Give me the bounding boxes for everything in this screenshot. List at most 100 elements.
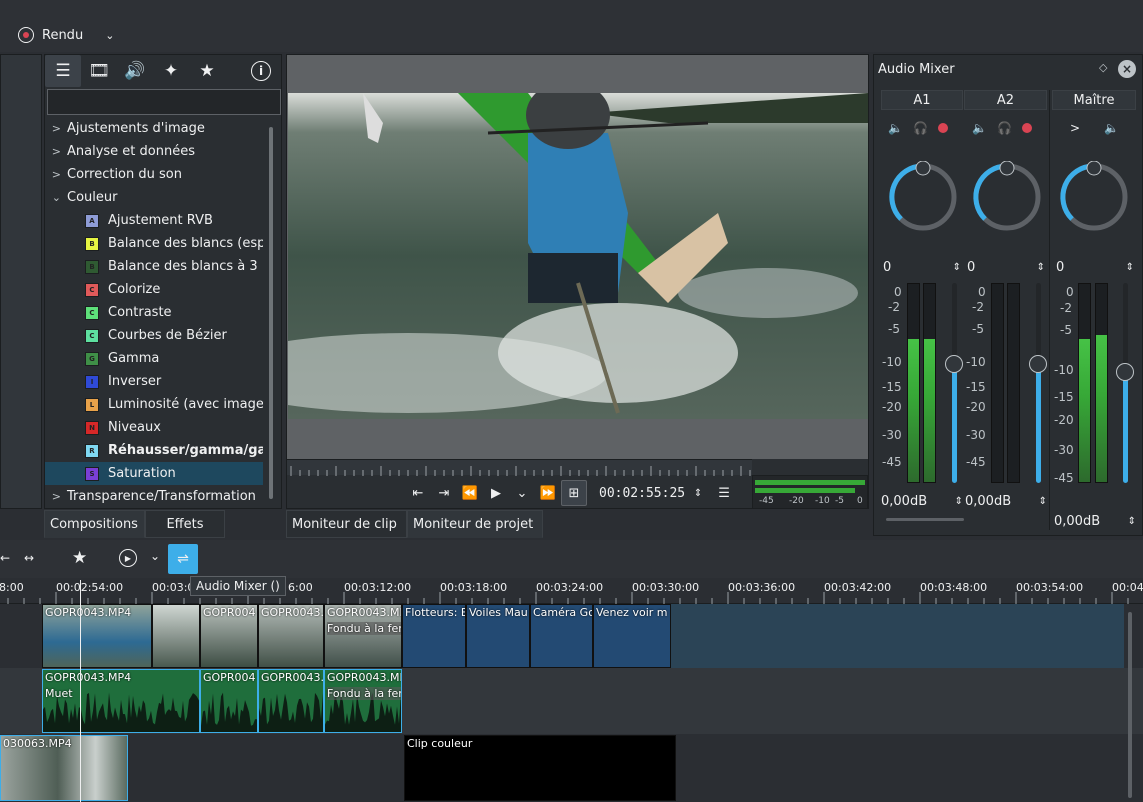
close-icon[interactable]: × <box>1118 60 1136 78</box>
monitor-ruler[interactable] <box>287 459 770 476</box>
list-view-icon[interactable]: ☰ <box>45 55 81 87</box>
spin-icon[interactable]: ⇕ <box>1126 262 1134 273</box>
effect-item[interactable]: I Inverser <box>45 370 263 393</box>
video-clip[interactable]: GOPR0043. <box>258 604 324 668</box>
fader-handle-a1[interactable] <box>945 355 963 373</box>
tree-category[interactable]: > Transparence/Transformation <box>45 485 263 507</box>
speaker-icon[interactable]: 🔈 <box>1104 121 1119 135</box>
effect-item[interactable]: C Courbes de Bézier <box>45 324 263 347</box>
video-clip-thumb[interactable] <box>152 604 200 668</box>
audio-mixer-toggle-icon[interactable]: ⇌ <box>168 544 198 574</box>
timecode-display[interactable]: 00:02:55:25 <box>599 486 685 501</box>
pan-knob-master[interactable] <box>1058 161 1130 233</box>
headphones-icon[interactable]: 🎧 <box>913 121 928 135</box>
video-clip[interactable]: GOPR0043.MP4 <box>42 604 152 668</box>
fader-handle-master[interactable] <box>1116 363 1134 381</box>
title-clip[interactable]: Voiles Mau <box>466 604 530 668</box>
pan-value-master[interactable]: 0 ⇕ <box>1054 257 1136 277</box>
spin-icon[interactable]: ⇕ <box>955 496 963 507</box>
timeline-mode-icon[interactable]: ▶ <box>119 549 137 567</box>
record-icon[interactable] <box>937 123 948 133</box>
video-clip[interactable]: GOPR004 <box>200 604 258 668</box>
volume-fader-a2[interactable] <box>1036 283 1041 483</box>
pan-knob-a2[interactable] <box>971 161 1043 233</box>
tree-category[interactable]: > Analyse et données <box>45 140 263 163</box>
fader-handle-a2[interactable] <box>1029 355 1047 373</box>
spin-icon[interactable]: ⇕ <box>1128 516 1136 527</box>
rewind-icon[interactable]: ⏪ <box>457 480 483 506</box>
chevron-down-icon[interactable]: ⌄ <box>150 549 160 563</box>
video-frame[interactable] <box>288 93 868 419</box>
render-button[interactable]: Rendu ⌄ <box>10 22 122 48</box>
effect-item[interactable]: A Ajustement RVB <box>45 209 263 232</box>
title-clip[interactable]: Venez voir m <box>593 604 671 668</box>
timecode-spin-icon[interactable]: ⇕ <box>685 480 711 506</box>
title-clip[interactable]: Caméra Go <box>530 604 593 668</box>
speaker-icon[interactable]: 🔈 <box>888 121 903 135</box>
speaker-icon[interactable]: 🔈 <box>972 121 987 135</box>
play-icon[interactable]: ▶ <box>483 480 509 506</box>
audio-clip[interactable]: GOPR004 <box>200 669 258 733</box>
title-clip[interactable]: Flotteurs: B <box>402 604 466 668</box>
pan-knob-a1[interactable] <box>887 161 959 233</box>
chevron-right-icon[interactable]: > <box>1070 121 1080 135</box>
effect-item[interactable]: N Niveaux <box>45 416 263 439</box>
effect-item[interactable]: G Gamma <box>45 347 263 370</box>
playhead[interactable] <box>80 580 81 802</box>
tab-compositions[interactable]: Compositions <box>44 510 145 538</box>
pan-value-a2[interactable]: 0 ⇕ <box>965 257 1047 277</box>
channel-header-a1: A1 <box>881 90 963 110</box>
favorites-star-icon[interactable]: ★ <box>189 55 225 87</box>
volume-fader-master[interactable] <box>1123 283 1128 483</box>
video-clip[interactable]: GOPR0043.MP Fondu à la fer <box>324 604 402 668</box>
volume-fader-a1[interactable] <box>952 283 957 483</box>
chevron-down-icon[interactable]: ⌄ <box>105 29 114 42</box>
spin-icon[interactable]: ⇕ <box>1039 496 1047 507</box>
video-clip[interactable]: 030063.MP4 <box>0 735 128 801</box>
set-out-point-icon[interactable]: ⇥ <box>431 480 457 506</box>
db-value-master[interactable]: 0,00dB ⇕ <box>1054 511 1136 531</box>
set-in-point-icon[interactable]: ⇤ <box>405 480 431 506</box>
tree-category[interactable]: > Ajustements d'image <box>45 117 263 140</box>
effect-item[interactable]: S Saturation <box>45 462 263 485</box>
timeline-scrollbar[interactable] <box>1128 612 1132 798</box>
audio-clip[interactable]: GOPR0043. <box>258 669 324 733</box>
favorites-star-icon[interactable]: ★ <box>72 548 87 568</box>
tree-category[interactable]: ⌄ Couleur <box>45 186 263 209</box>
mixer-scrollbar[interactable] <box>886 518 964 521</box>
effect-item[interactable]: L Luminosité (avec image <box>45 393 263 416</box>
tab-clip-monitor[interactable]: Moniteur de clip <box>286 510 407 538</box>
audio-clip[interactable]: GOPR0043.MP Fondu à la fer <box>324 669 402 733</box>
audio-clip[interactable]: GOPR0043.MP4 Muet <box>42 669 200 733</box>
audio-effects-icon[interactable]: 🔊 <box>117 55 153 87</box>
tree-category[interactable]: > Correction du son <box>45 163 263 186</box>
effect-item[interactable]: B Balance des blancs (esp <box>45 232 263 255</box>
effect-item[interactable]: C Contraste <box>45 301 263 324</box>
pan-value-a1[interactable]: 0 ⇕ <box>881 257 963 277</box>
custom-effects-icon[interactable]: ✦ <box>153 55 189 87</box>
spin-icon[interactable]: ⇕ <box>1037 262 1045 273</box>
db-value-a2[interactable]: 0,00dB ⇕ <box>965 491 1047 511</box>
tab-effects[interactable]: Effets <box>145 510 225 538</box>
db-value-a1[interactable]: 0,00dB ⇕ <box>881 491 963 511</box>
effects-scrollbar[interactable] <box>269 127 273 499</box>
record-icon[interactable] <box>1021 123 1032 133</box>
effect-item[interactable]: B Balance des blancs à 3 <box>45 255 263 278</box>
spacer-tool-icon[interactable]: ↔ <box>24 551 34 565</box>
menu-icon[interactable]: ☰ <box>711 480 737 506</box>
arrow-left-icon[interactable]: ← <box>0 551 10 565</box>
fast-forward-icon[interactable]: ⏩ <box>535 480 561 506</box>
play-options-chevron-icon[interactable]: ⌄ <box>509 480 535 506</box>
effect-item[interactable]: C Colorize <box>45 278 263 301</box>
spin-icon[interactable]: ⇕ <box>953 262 961 273</box>
crop-icon[interactable]: ⊞ <box>561 480 587 506</box>
video-effects-icon[interactable]: 🎞 <box>81 55 117 87</box>
timeline-ruler[interactable]: 48:00 00:02:54:00 00:03:0 6:00 00:03:12:00 00… <box>0 578 1143 604</box>
tab-project-monitor[interactable]: Moniteur de projet <box>407 510 543 538</box>
headphones-icon[interactable]: 🎧 <box>997 121 1012 135</box>
effects-search-input[interactable] <box>47 89 281 115</box>
float-panel-icon[interactable]: ◇ <box>1099 61 1107 74</box>
effect-item[interactable]: R Réhausser/gamma/ga <box>45 439 263 462</box>
color-clip[interactable]: Clip couleur <box>404 735 676 801</box>
info-icon[interactable]: i <box>251 61 271 81</box>
